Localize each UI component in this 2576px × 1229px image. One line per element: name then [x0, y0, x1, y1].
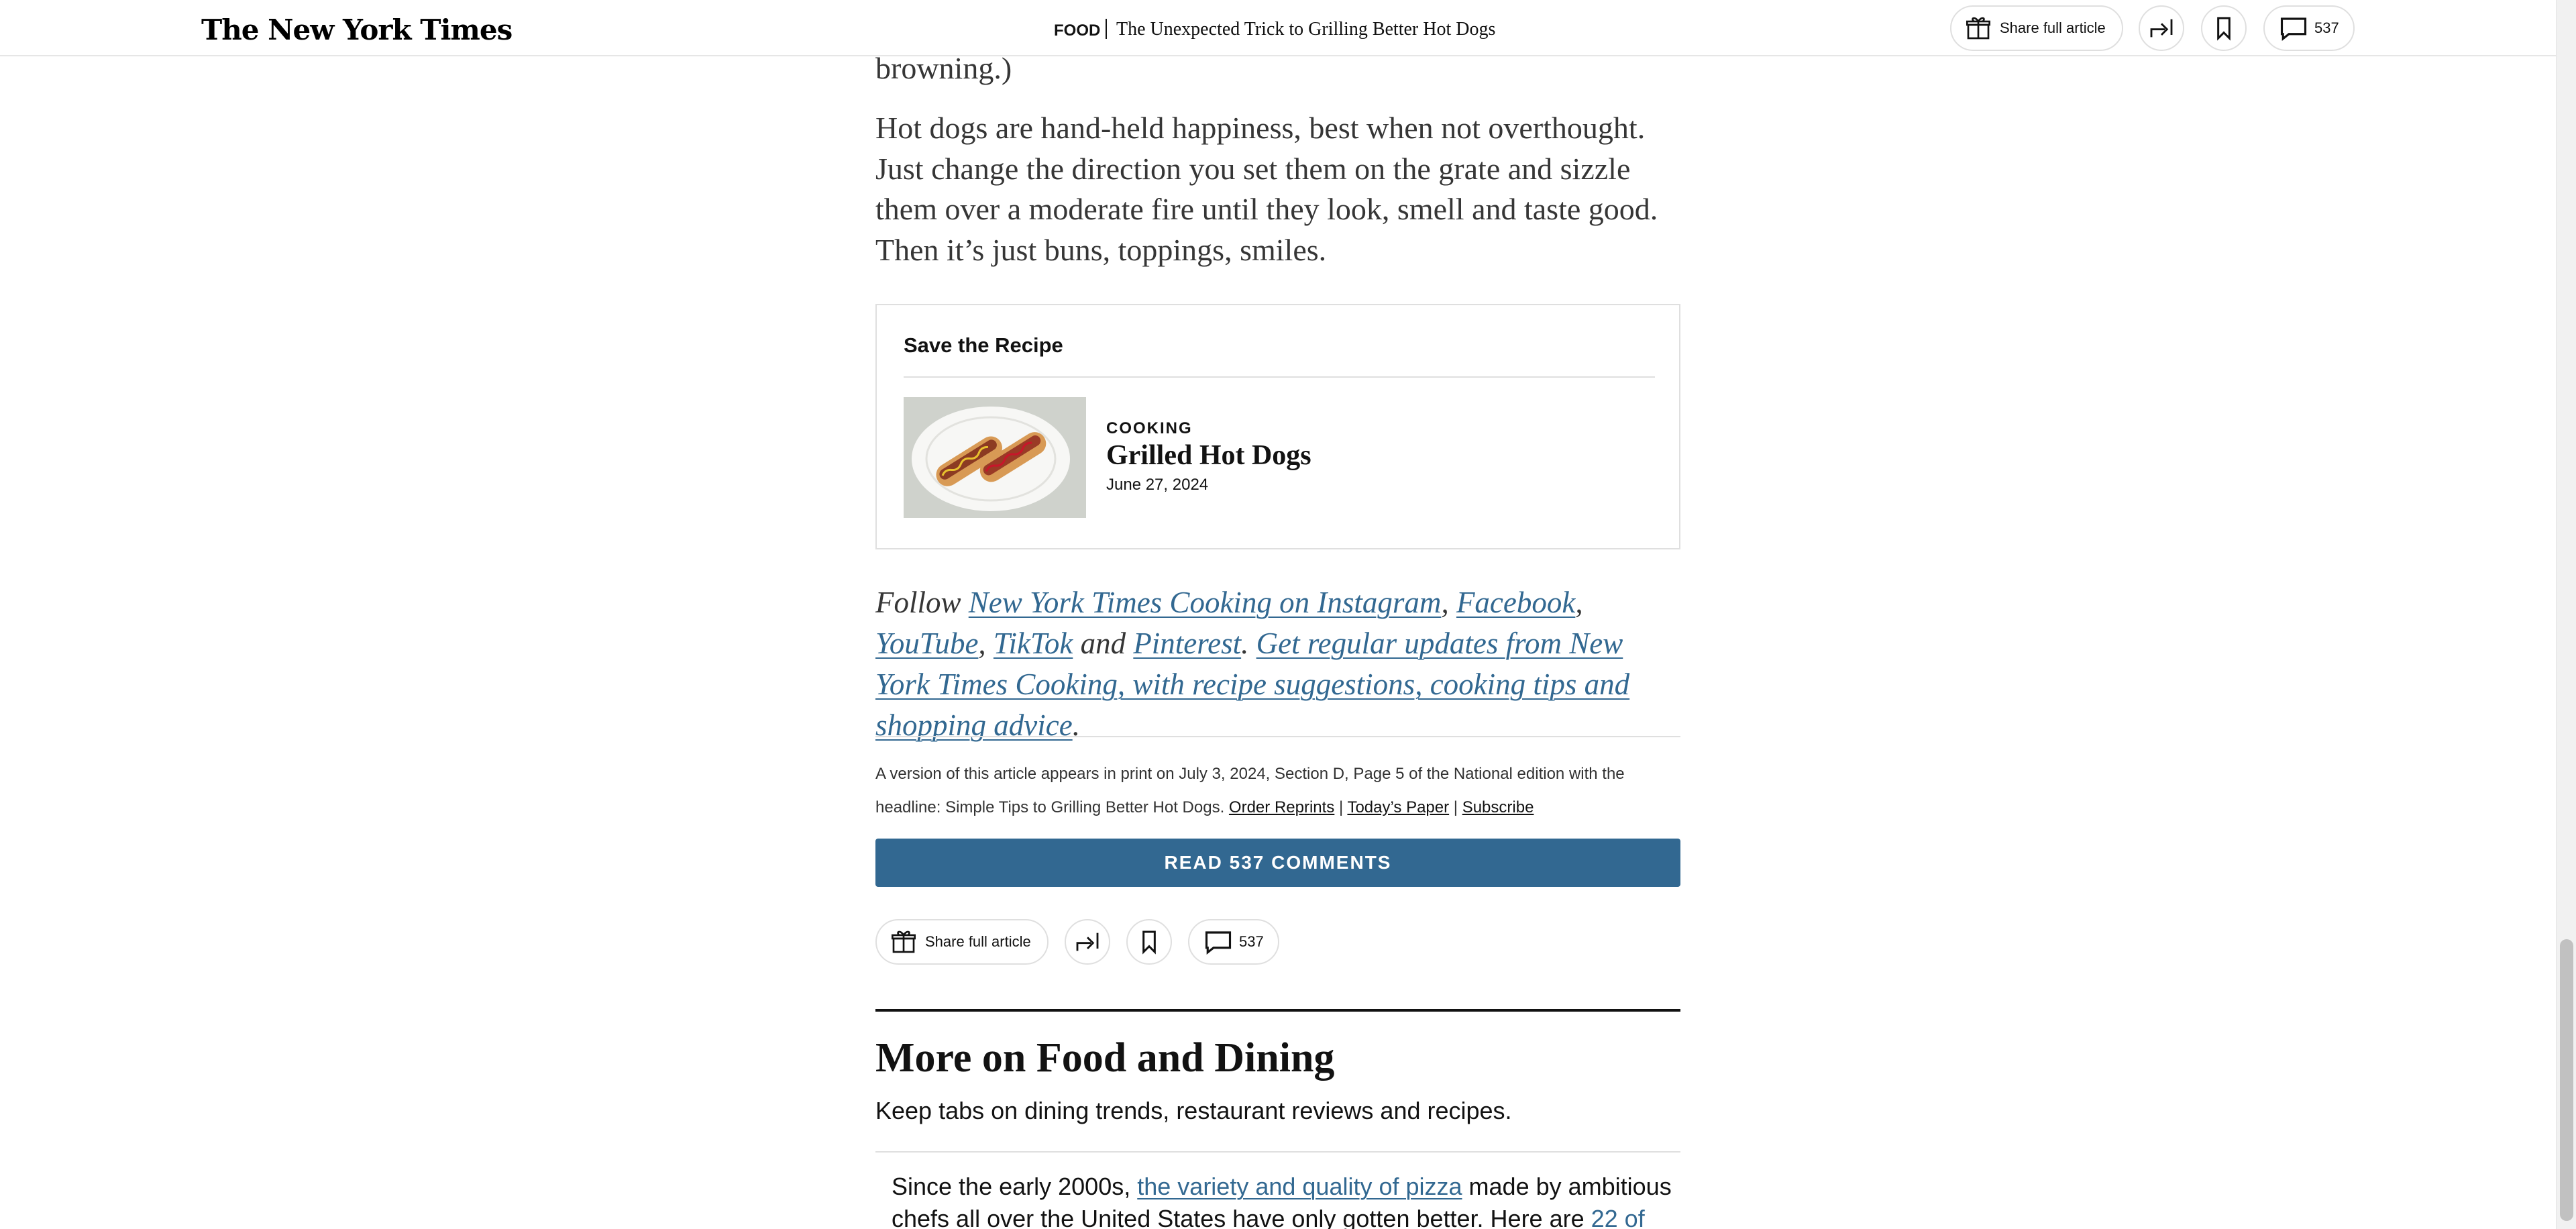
instagram-link[interactable]: New York Times Cooking on Instagram — [969, 586, 1442, 619]
recipe-card-divider — [904, 376, 1655, 378]
comment-icon — [1204, 928, 1232, 955]
paragraph-main: Hot dogs are hand-held happiness, best w… — [875, 111, 1658, 267]
read-comments-button[interactable]: READ 537 COMMENTS — [875, 839, 1680, 887]
top-bar: The New York Times FOOD The Unexpected T… — [0, 0, 2556, 56]
share-label: Share full article — [2000, 19, 2106, 36]
section-rule — [875, 1009, 1680, 1012]
share-button-bottom[interactable] — [1065, 919, 1110, 965]
comments-count: 537 — [2314, 19, 2339, 36]
share-arrow-icon — [2148, 15, 2175, 42]
section-label[interactable]: FOOD — [1054, 21, 1100, 40]
separator: , — [1441, 586, 1449, 619]
hot-dogs-thumbnail[interactable] — [904, 397, 1086, 518]
bookmark-icon — [2212, 15, 2236, 42]
comments-count: 537 — [1239, 933, 1264, 950]
more-item: Since the early 2000s, the variety and q… — [892, 1171, 1680, 1229]
bookmark-icon — [1137, 928, 1161, 955]
separator: | — [1338, 798, 1344, 816]
subscribe-link[interactable]: Subscribe — [1462, 798, 1534, 816]
comment-icon — [2279, 15, 2308, 42]
more-section-title[interactable]: More on Food and Dining — [875, 1034, 1334, 1082]
scrollbar-thumb[interactable] — [2560, 939, 2573, 1221]
recipe-kicker: COOKING — [1106, 419, 1193, 437]
facebook-link[interactable]: Facebook — [1456, 586, 1575, 619]
comments-button-bottom[interactable]: 537 — [1188, 919, 1279, 965]
share-full-article-button[interactable]: Share full article — [1950, 5, 2123, 51]
period: . — [1241, 627, 1249, 660]
follow-intro: Follow — [875, 586, 961, 619]
share-button[interactable] — [2139, 5, 2184, 51]
header-divider — [1106, 19, 1107, 39]
nyt-logo[interactable]: The New York Times — [201, 13, 513, 46]
order-reprints-link[interactable]: Order Reprints — [1229, 798, 1334, 816]
share-full-article-button-bottom[interactable]: Share full article — [875, 919, 1049, 965]
save-bookmark-button[interactable] — [2201, 5, 2247, 51]
share-arrow-icon — [1074, 928, 1101, 955]
page-scrollbar[interactable] — [2556, 0, 2576, 1229]
recipe-card[interactable]: Save the Recipe COOKING Grilled Hot Dogs… — [875, 304, 1680, 549]
pinterest-link[interactable]: Pinterest — [1133, 627, 1241, 660]
header-headline: The Unexpected Trick to Grilling Better … — [1116, 19, 1496, 40]
separator: | — [1453, 798, 1458, 816]
cooking-newsletter-link[interactable]: Get regular updates from New York Times … — [875, 627, 1629, 742]
more-section-subtitle: Keep tabs on dining trends, restaurant r… — [875, 1097, 1512, 1124]
save-bookmark-button-bottom[interactable] — [1126, 919, 1172, 965]
separator: , — [1575, 586, 1583, 619]
pizza-variety-link[interactable]: the variety and quality of pizza — [1137, 1173, 1462, 1200]
share-label: Share full article — [925, 933, 1031, 950]
youtube-link[interactable]: YouTube — [875, 627, 978, 660]
print-version-note: A version of this article appears in pri… — [875, 757, 1680, 824]
todays-paper-link[interactable]: Today’s Paper — [1347, 798, 1449, 816]
gift-icon — [890, 928, 917, 955]
divider — [875, 736, 1680, 737]
recipe-card-heading: Save the Recipe — [904, 333, 1063, 357]
divider — [875, 1151, 1680, 1153]
and-text: and — [1080, 627, 1126, 660]
recipe-title[interactable]: Grilled Hot Dogs — [1106, 439, 1311, 472]
gift-icon — [1965, 15, 1992, 42]
separator: , — [978, 627, 986, 660]
recipe-date: June 27, 2024 — [1106, 476, 1209, 494]
follow-paragraph: Follow New York Times Cooking on Instagr… — [875, 582, 1680, 746]
tiktok-link[interactable]: TikTok — [994, 627, 1073, 660]
comments-button[interactable]: 537 — [2263, 5, 2355, 51]
more-item-text: Since the early 2000s, — [892, 1173, 1131, 1200]
